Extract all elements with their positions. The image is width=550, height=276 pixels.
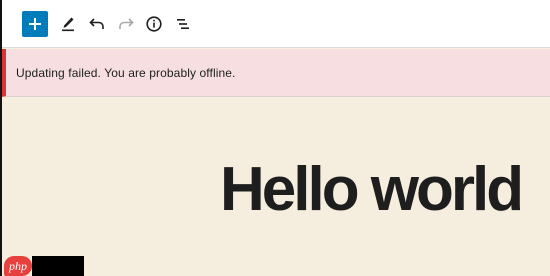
redo-icon [119,18,134,29]
watermark-badge: php [4,256,32,276]
editor-window: Updating failed. You are probably offlin… [0,0,550,276]
post-title[interactable]: Hello world [220,152,524,228]
editor-canvas[interactable]: Hello world [2,97,550,276]
pencil-icon [62,17,74,32]
undo-icon [89,18,104,29]
editor-toolbar [2,0,550,48]
list-view-button[interactable] [170,11,196,37]
undo-button[interactable] [84,11,110,37]
notice-message: Updating failed. You are probably offlin… [16,66,236,80]
info-icon [146,16,162,32]
error-notice: Updating failed. You are probably offlin… [2,49,550,97]
details-button[interactable] [141,11,167,37]
tools-button[interactable] [55,11,81,37]
list-view-icon [177,19,189,29]
add-block-button[interactable] [22,11,48,37]
watermark-text: php [9,259,27,273]
plus-icon [29,18,41,30]
watermark-box [32,256,84,276]
redo-button[interactable] [113,11,139,37]
